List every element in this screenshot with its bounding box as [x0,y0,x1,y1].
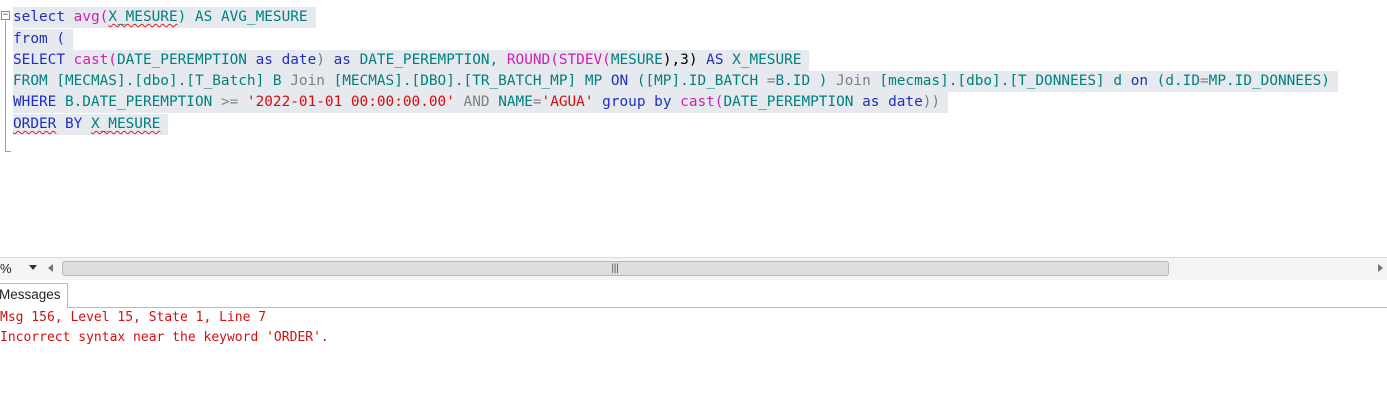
code-token: cast( [73,52,117,68]
code-token: BY [56,116,91,132]
code-token: 'AGUA' [541,94,594,110]
code-token: [mecmas].[dbo].[T_DONNEES] d [870,73,1131,89]
code-token: as [333,52,351,68]
code-token-error: ORDER [13,116,57,132]
code-token: ([MP].ID_BATCH [628,73,767,89]
code-token: ) AS AVG_MESURE [177,9,308,25]
code-token: = [1200,73,1209,89]
code-token: '2022-01-01 00:00:00.00' [238,94,455,110]
collapse-box-icon[interactable]: − [1,11,10,20]
code-token: on [1130,73,1149,89]
tab-messages[interactable]: Messages [0,283,68,309]
code-token: Join [836,73,871,89]
code-token: B.ID ) [775,73,837,89]
code-token: AS [706,52,724,68]
code-line-6[interactable]: ORDER BY X_MESURE [13,114,169,135]
code-token: DATE_PEREMPTION [116,52,247,68]
code-token: B.DATE_PEREMPTION [64,94,221,110]
code-token: >= [220,94,239,110]
code-token: avg( [73,9,109,25]
code-line-2[interactable]: from ( [13,29,73,50]
code-token: AND [454,94,499,110]
arrow-left-icon[interactable] [48,264,53,272]
code-token: ROUND(STDEV( [506,52,611,68]
code-line-4[interactable]: FROM [MECMAS].[dbo].[T_Batch] B Join [ME… [13,71,1338,92]
code-token: Join [290,73,325,89]
error-message-header: Msg 156, Level 15, State 1, Line 7 [0,310,267,325]
code-line-3[interactable]: SELECT cast(DATE_PEREMPTION as date) as … [13,50,810,71]
code-token: = [532,94,542,110]
query-editor[interactable]: − select avg(X_MESURE) AS AVG_MESURE fro… [0,0,1387,256]
horizontal-scrollbar-thumb[interactable]: ||| [62,261,1169,276]
code-token: select [13,9,74,25]
code-token-error: X_MESURE [108,9,178,25]
messages-pane[interactable]: Msg 156, Level 15, State 1, Line 7 Incor… [0,308,1387,401]
code-token: (d.ID [1148,73,1200,89]
code-token: date [888,94,923,110]
code-token: MP.ID_DONNEES) [1208,73,1330,89]
code-token: ON [610,73,629,89]
code-token: SELECT [13,52,74,68]
code-token: as [853,94,889,110]
grip-icon: ||| [611,263,619,274]
fold-gutter: − [0,8,12,158]
code-token: X_MESURE [723,52,802,68]
error-message-text: Incorrect syntax near the keyword 'ORDER… [0,330,329,345]
code-token: DATE_PEREMPTION [723,94,854,110]
code-line-1[interactable]: select avg(X_MESURE) AS AVG_MESURE [13,7,316,28]
code-token: ),3) [662,52,707,68]
fold-guide-line [5,21,6,151]
code-token: MESURE [610,52,663,68]
code-token: group by [593,94,681,110]
chevron-down-icon[interactable] [29,265,37,270]
code-token: from ( [13,31,65,47]
zoom-level[interactable]: % [0,258,12,280]
code-token: )) [922,94,941,110]
results-tab-strip: Messages [0,280,1387,309]
code-token: date [281,52,317,68]
code-line-5[interactable]: WHERE B.DATE_PEREMPTION >= '2022-01-01 0… [13,92,949,113]
code-token-error: X_MESURE [90,116,161,132]
code-token: cast( [680,94,724,110]
arrow-right-icon[interactable] [1378,264,1383,272]
code-token: FROM [MECMAS].[dbo].[T_Batch] B [13,73,291,89]
code-token: DATE_PEREMPTION, [350,52,507,68]
code-token: [MECMAS].[DBO].[TR_BATCH_MP] MP [324,73,611,89]
code-token: NAME [498,94,533,110]
fold-guide-end [5,151,11,152]
code-token: WHERE [13,94,65,110]
code-token: ) [316,52,334,68]
code-token: as [246,52,282,68]
zoom-scroll-bar: % ||| [0,257,1387,280]
